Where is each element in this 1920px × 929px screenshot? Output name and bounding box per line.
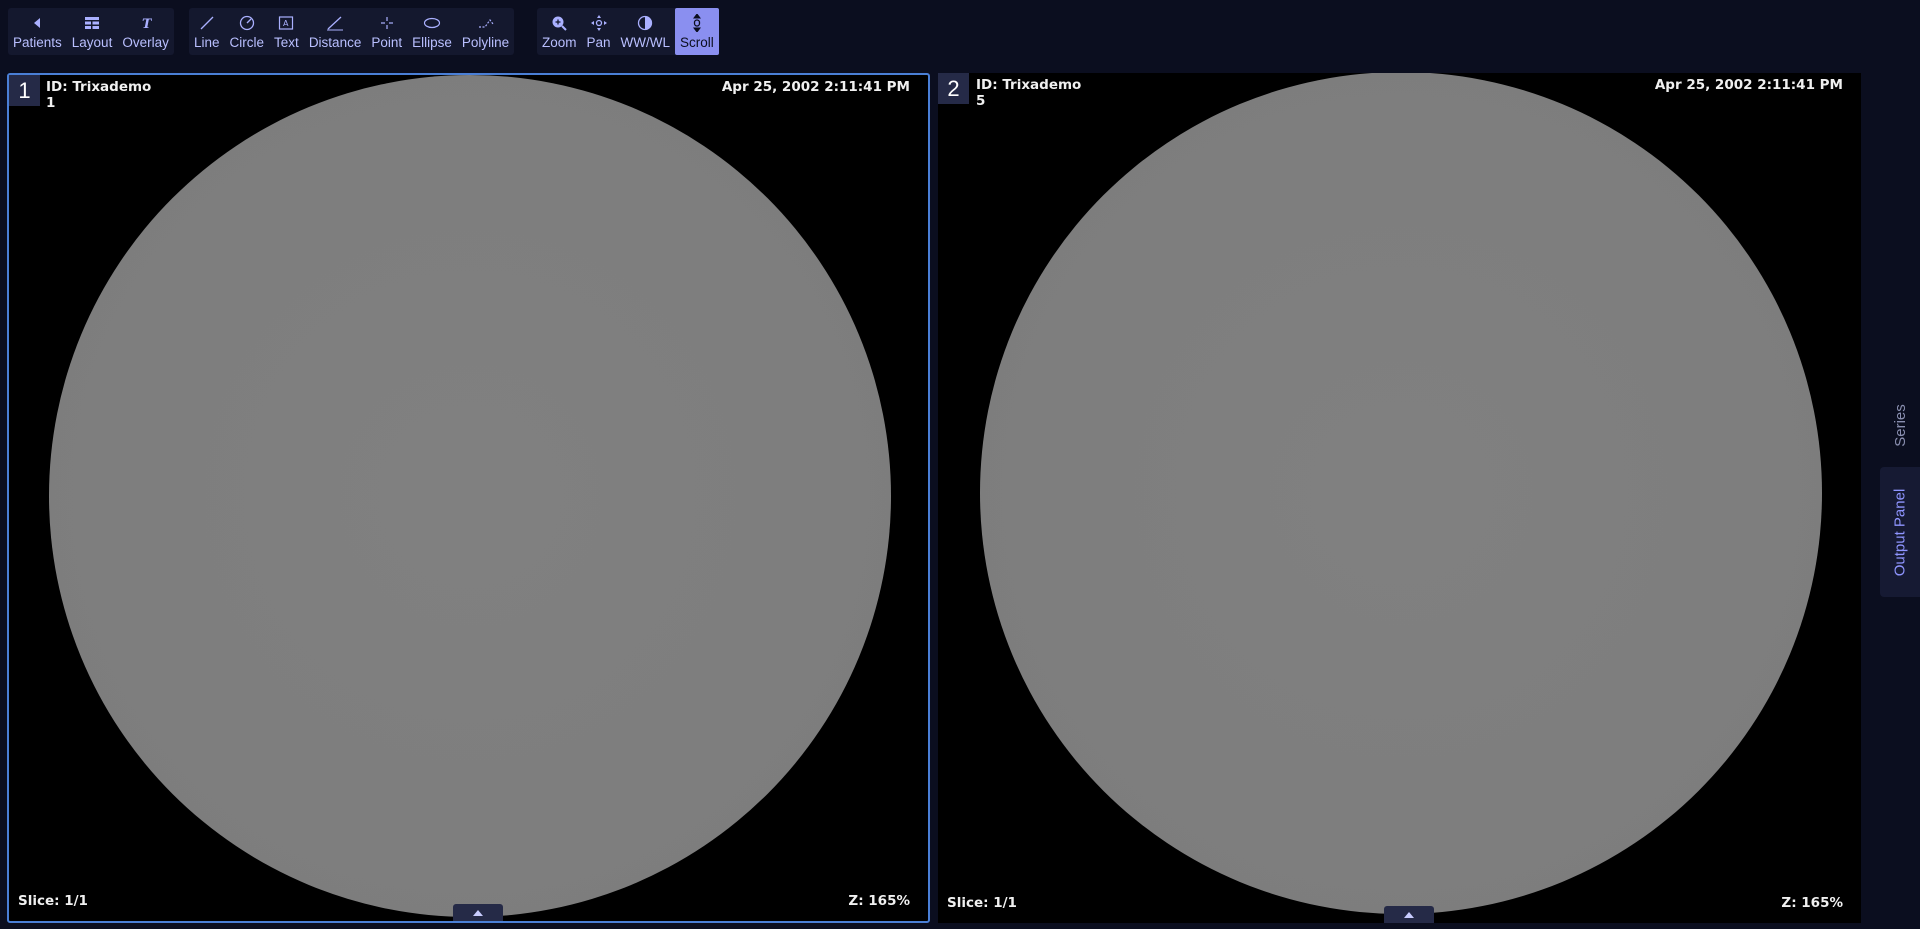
point-icon — [380, 17, 393, 29]
circle-label: Circle — [229, 35, 265, 50]
toolbar: Patients Layout T Overlay Line Circle A … — [0, 0, 1920, 60]
expand-panel-button[interactable] — [453, 904, 503, 921]
circle-icon — [239, 15, 254, 31]
zoom-label: Zoom — [542, 35, 577, 50]
text-icon: A — [279, 16, 294, 30]
zoom-overlay: Z: 165% — [1781, 895, 1843, 911]
contrast-icon — [638, 15, 653, 31]
viewport-index: 1 — [9, 75, 40, 106]
line-label: Line — [194, 35, 220, 50]
point-label: Point — [371, 35, 403, 50]
circle-tool-button[interactable]: Circle — [225, 8, 270, 55]
study-date-overlay: Apr 25, 2002 2:11:41 PM — [721, 79, 910, 95]
pan-tool-button[interactable]: Pan — [582, 8, 616, 55]
pan-icon — [590, 15, 607, 31]
series-tab-label: Series — [1891, 403, 1909, 447]
ct-image — [980, 73, 1822, 914]
overlay-label: Overlay — [122, 35, 169, 50]
pan-label: Pan — [586, 35, 611, 50]
scroll-tool-button[interactable]: Scroll — [675, 8, 719, 55]
ct-image — [49, 75, 891, 917]
window-level-label: WW/WL — [620, 35, 671, 50]
patient-id-overlay: ID: Trixademo — [976, 77, 1082, 93]
output-panel-tab[interactable]: Output Panel — [1880, 467, 1920, 597]
overlay-t-icon: T — [142, 17, 152, 30]
text-label: Text — [274, 35, 299, 50]
scroll-icon — [692, 14, 701, 32]
side-panel: Series Output Panel — [1862, 60, 1920, 929]
window-level-tool-button[interactable]: WW/WL — [616, 8, 676, 55]
layout-label: Layout — [71, 35, 113, 50]
distance-icon — [327, 16, 344, 31]
line-tool-button[interactable]: Line — [189, 8, 225, 55]
viewport-1[interactable]: 1 ID: Trixademo 1 Apr 25, 2002 2:11:41 P… — [7, 73, 930, 923]
viewport-index: 2 — [938, 73, 969, 104]
distance-label: Distance — [308, 35, 362, 50]
layout-button[interactable]: Layout — [67, 8, 118, 55]
scroll-label: Scroll — [680, 35, 714, 50]
layout-grid-icon — [85, 17, 100, 29]
ellipse-label: Ellipse — [412, 35, 452, 50]
series-tab[interactable]: Series — [1880, 370, 1920, 480]
polyline-label: Polyline — [461, 35, 510, 50]
zoom-icon — [552, 16, 567, 31]
svg-text:T: T — [142, 17, 152, 30]
polyline-tool-button[interactable]: Polyline — [457, 8, 514, 55]
navigation-tool-group: Patients Layout T Overlay — [8, 8, 174, 55]
distance-tool-button[interactable]: Distance — [304, 8, 367, 55]
series-number-overlay: 1 — [46, 95, 56, 111]
line-icon — [200, 16, 214, 30]
ellipse-tool-button[interactable]: Ellipse — [407, 8, 457, 55]
expand-panel-button[interactable] — [1384, 906, 1434, 923]
view-tool-group: Zoom Pan WW/WL Scroll — [537, 8, 719, 55]
zoom-tool-button[interactable]: Zoom — [537, 8, 582, 55]
text-tool-button[interactable]: A Text — [269, 8, 304, 55]
slice-overlay: Slice: 1/1 — [18, 893, 88, 909]
chevron-up-icon — [1404, 911, 1414, 918]
point-tool-button[interactable]: Point — [366, 8, 407, 55]
overlay-button[interactable]: T Overlay — [117, 8, 174, 55]
patient-id-overlay: ID: Trixademo — [46, 79, 152, 95]
chevron-up-icon — [473, 909, 483, 916]
series-number-overlay: 5 — [976, 93, 986, 109]
patients-button[interactable]: Patients — [8, 8, 67, 55]
polyline-icon — [478, 18, 494, 28]
output-panel-tab-label: Output Panel — [1891, 488, 1909, 576]
slice-overlay: Slice: 1/1 — [947, 895, 1017, 911]
study-date-overlay: Apr 25, 2002 2:11:41 PM — [1654, 77, 1843, 93]
ellipse-icon — [423, 17, 441, 29]
zoom-overlay: Z: 165% — [848, 893, 910, 909]
annotation-tool-group: Line Circle A Text Distance Point Ellips… — [189, 8, 515, 55]
chevron-left-icon — [34, 18, 41, 28]
patients-label: Patients — [13, 35, 62, 50]
viewport-2[interactable]: 2 ID: Trixademo 5 Apr 25, 2002 2:11:41 P… — [938, 73, 1861, 923]
svg-text:A: A — [283, 19, 289, 28]
